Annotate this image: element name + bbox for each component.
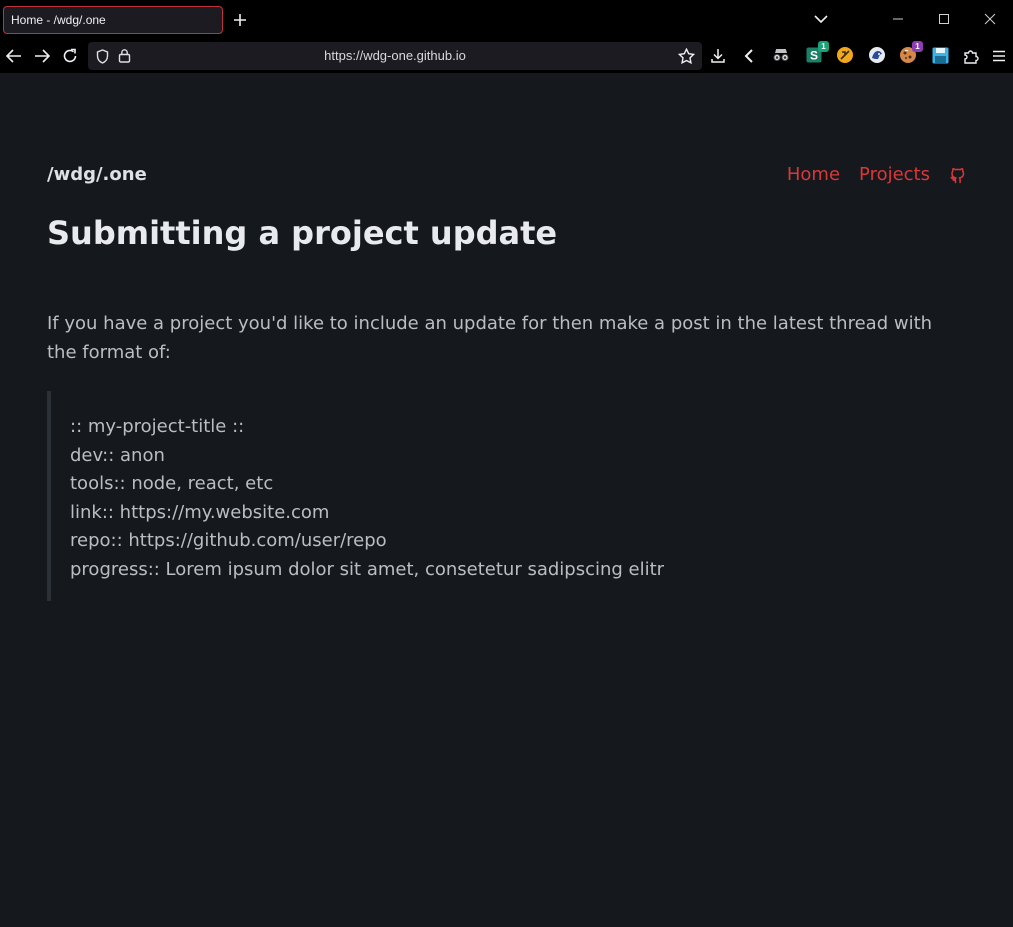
browser-titlebar: Home - /wdg/.one <box>0 0 1013 38</box>
minimize-button[interactable] <box>887 9 909 29</box>
back-button[interactable] <box>3 45 25 67</box>
arrow-left-icon <box>6 49 21 63</box>
github-link[interactable] <box>949 166 967 184</box>
site-nav: Home Projects <box>768 164 967 185</box>
address-bar[interactable]: https://wdg-one.github.io <box>88 42 702 70</box>
format-template-block: :: my-project-title :: dev:: anon tools:… <box>47 391 665 601</box>
s-extension-badge: 1 <box>818 41 829 52</box>
nav-link-home[interactable]: Home <box>787 164 840 185</box>
privacy-badger-icon[interactable] <box>867 45 887 65</box>
minimize-icon <box>893 18 903 20</box>
site-logo[interactable]: /wdg/.one <box>47 164 147 185</box>
template-line: :: my-project-title :: <box>70 416 245 437</box>
puzzle-piece-icon <box>964 50 979 64</box>
downloads-button[interactable] <box>707 45 729 67</box>
nav-link-projects[interactable]: Projects <box>859 164 930 185</box>
page-content: /wdg/.one Home Projects Submitting a pro… <box>0 73 1013 927</box>
s-extension-icon[interactable]: S 1 <box>804 41 829 65</box>
template-line: progress:: Lorem ipsum dolor sit amet, c… <box>70 558 665 580</box>
github-icon <box>950 167 965 183</box>
app-menu-button[interactable] <box>988 45 1010 67</box>
close-icon <box>984 13 996 25</box>
url-text: https://wdg-one.github.io <box>324 48 466 63</box>
chevron-down-icon <box>814 15 828 24</box>
template-line: repo:: https://github.com/user/repo <box>70 530 387 551</box>
cookie-extension-badge: 1 <box>912 41 923 52</box>
template-line: dev:: anon <box>70 444 165 466</box>
new-tab-button[interactable] <box>229 9 251 31</box>
save-floppy-icon[interactable] <box>930 45 950 65</box>
template-line: tools:: node, react, etc <box>70 473 274 494</box>
intro-paragraph: If you have a project you'd like to incl… <box>47 313 933 363</box>
browser-tab-active[interactable]: Home - /wdg/.one <box>3 6 223 34</box>
download-icon <box>711 49 725 63</box>
reload-button[interactable] <box>59 45 81 67</box>
arrow-right-icon <box>35 49 50 63</box>
maximize-button[interactable] <box>933 9 955 29</box>
tab-title: Home - /wdg/.one <box>11 13 106 27</box>
reload-icon <box>63 48 77 63</box>
forward-button[interactable] <box>31 45 53 67</box>
chevron-left-icon <box>744 49 753 63</box>
tab-list-button[interactable] <box>810 9 832 29</box>
bookmark-star-icon[interactable] <box>678 48 695 64</box>
cookie-extension-icon[interactable]: 1 <box>898 41 923 65</box>
plus-icon <box>234 14 246 26</box>
svg-text:S: S <box>810 49 818 63</box>
extensions-button[interactable] <box>960 45 982 67</box>
extensions-collapse-button[interactable] <box>738 45 760 67</box>
close-window-button[interactable] <box>979 9 1001 29</box>
maximize-icon <box>939 14 949 24</box>
incognito-glasses-icon[interactable] <box>771 45 791 65</box>
template-line: link:: https://my.website.com <box>70 501 330 523</box>
orange-extension-icon[interactable] <box>835 45 855 65</box>
browser-navbar: https://wdg-one.github.io S 1 1 <box>0 38 1013 73</box>
hamburger-menu-icon <box>993 50 1005 62</box>
page-title: Submitting a project update <box>47 214 558 252</box>
